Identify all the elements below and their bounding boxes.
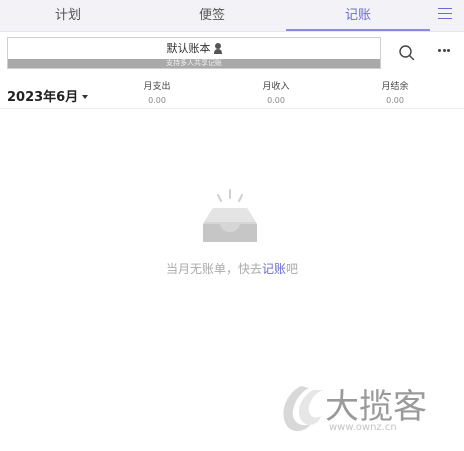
search-icon[interactable] [398, 44, 416, 62]
monthly-expense: 月支出 0.00 [127, 80, 187, 108]
ledger-selector[interactable]: 默认账本 支持多人共享记账 [7, 37, 381, 69]
watermark-text: 大揽客 [325, 387, 427, 427]
person-icon [213, 43, 222, 54]
more-options-icon[interactable] [438, 49, 454, 55]
menu-icon[interactable] [438, 8, 452, 22]
monthly-expense-value: 0.00 [148, 96, 166, 105]
ledger-share-hint: 支持多人共享记账 [8, 59, 380, 68]
monthly-income-value: 0.00 [267, 96, 285, 105]
top-tab-bar: 计划 便签 记账 [0, 0, 464, 32]
empty-state-message: 当月无账单，快去记账吧 [0, 260, 464, 277]
tab-accounting[interactable]: 记账 [286, 0, 430, 31]
monthly-income-label: 月收入 [262, 82, 290, 92]
monthly-balance-value: 0.00 [386, 96, 404, 105]
month-picker[interactable]: 2023年6月 [7, 86, 89, 105]
monthly-expense-label: 月支出 [143, 82, 171, 92]
monthly-balance-label: 月结余 [381, 82, 409, 92]
watermark-subtext: www.ownz.cn [329, 422, 397, 433]
monthly-income: 月收入 0.00 [246, 80, 306, 108]
ledger-name: 默认账本 [166, 42, 211, 55]
app: 计划 便签 记账 默认账本 支持多人共享记账 2023年6月 月支出 0.00 … [0, 0, 464, 451]
ledger-name-row: 默认账本 [8, 40, 380, 58]
tab-plan[interactable]: 计划 [0, 0, 136, 31]
tab-notes[interactable]: 便签 [144, 0, 280, 31]
monthly-balance: 月结余 0.00 [365, 80, 425, 108]
month-label: 2023年6月 [7, 90, 79, 105]
empty-message-suffix: 吧 [286, 262, 299, 276]
add-record-link[interactable]: 记账 [262, 262, 286, 276]
watermark-logo: 大揽客 www.ownz.cn [283, 386, 427, 433]
empty-message-prefix: 当月无账单，快去 [165, 262, 262, 276]
caret-down-icon [82, 95, 89, 99]
month-summary: 2023年6月 月支出 0.00 月收入 0.00 月结余 0.00 [0, 74, 464, 109]
empty-inbox-icon [203, 189, 257, 242]
